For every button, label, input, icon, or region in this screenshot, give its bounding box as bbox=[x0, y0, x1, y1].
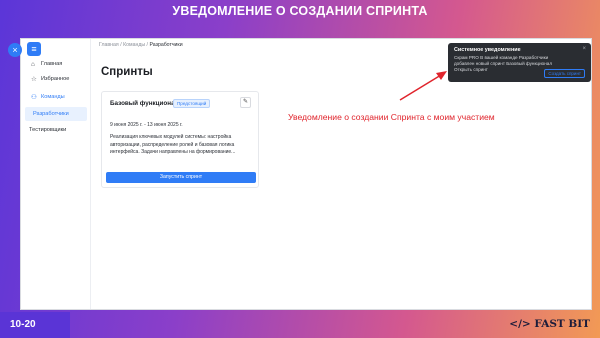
annotation-text: Уведомление о создании Спринта с моим уч… bbox=[288, 112, 495, 122]
arrow-icon bbox=[399, 71, 447, 101]
page-range: 10-20 bbox=[0, 312, 70, 338]
brand-logo: </> FAST BIT bbox=[509, 318, 590, 330]
